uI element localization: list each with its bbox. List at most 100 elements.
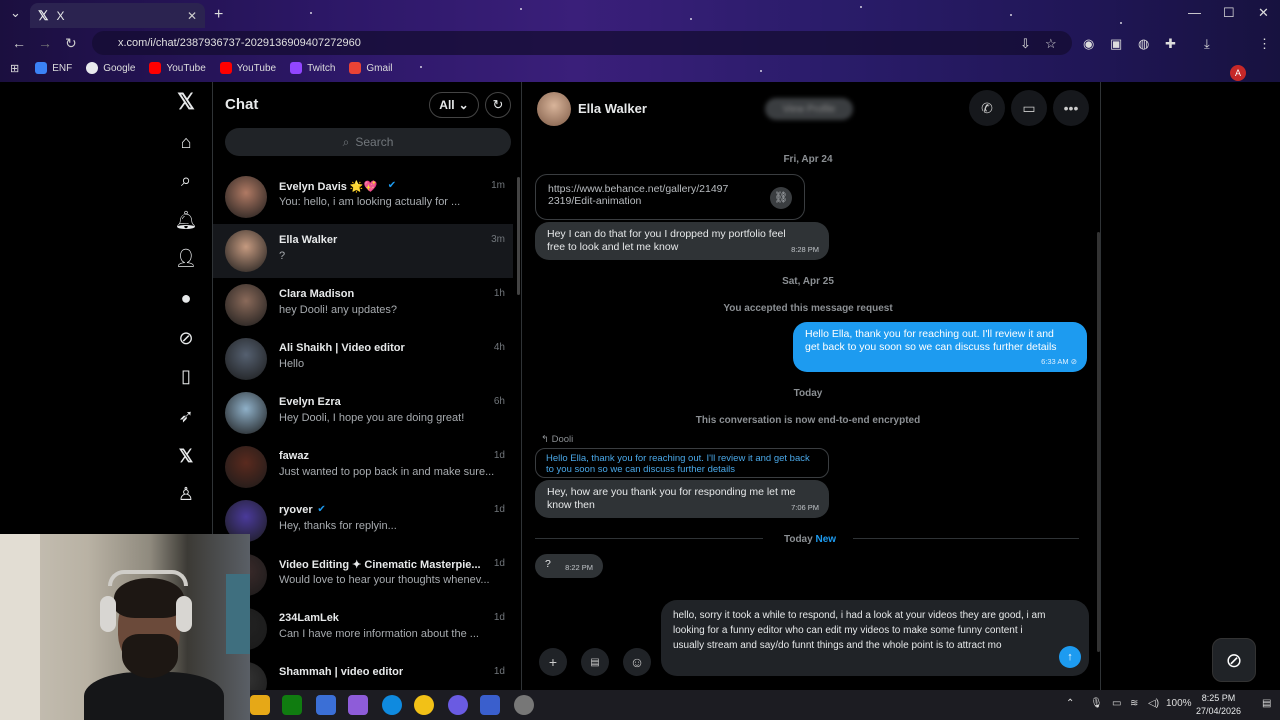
conversation-item[interactable]: 234LamLek 1d Can I have more information a…: [213, 602, 513, 656]
install-icon[interactable]: ⇩: [1020, 36, 1031, 52]
settings-icon[interactable]: [514, 695, 534, 715]
bookmark-item[interactable]: Twitch: [290, 62, 335, 74]
avatar[interactable]: [225, 392, 267, 434]
copilot-icon[interactable]: [348, 695, 368, 715]
star-icon[interactable]: ☆: [1045, 36, 1057, 52]
send-button[interactable]: ↑: [1059, 646, 1081, 668]
rocket-icon[interactable]: ➶: [174, 404, 198, 428]
filter-dropdown[interactable]: All ⌄: [429, 92, 479, 118]
back-icon[interactable]: ←: [12, 35, 26, 51]
profile-icon[interactable]: ♙: [174, 482, 198, 506]
conversation-item[interactable]: Ali Shaikh | Video editor 4h Hello: [213, 332, 513, 386]
bookmark-icon: [35, 62, 48, 74]
chat-icon[interactable]: ●: [174, 286, 198, 310]
download-icon[interactable]: ⤓: [1204, 36, 1210, 52]
bookmark-item[interactable]: Gmail: [349, 62, 393, 74]
conversation-item[interactable]: Evelyn Davis 🌟💖 ✔ 1m You: hello, i am look…: [213, 170, 513, 224]
display-icon[interactable]: ▭: [1112, 698, 1121, 709]
tab-close-icon[interactable]: ✕: [187, 9, 197, 23]
url-bar[interactable]: x.com/i/chat/2387936737-2029136909407272…: [92, 31, 1072, 55]
notifications-icon[interactable]: 🔔︎: [174, 208, 198, 232]
conversation-item[interactable]: Clara Madison 1h hey Dooli! any updates?: [213, 278, 513, 332]
home-icon[interactable]: ⌂: [174, 130, 198, 154]
x-premium-icon[interactable]: 𝕏: [174, 444, 198, 468]
scrollbar[interactable]: [1097, 232, 1100, 652]
scrollbar[interactable]: [517, 177, 520, 295]
clock[interactable]: 8:25 PM 27/04/2026: [1196, 692, 1241, 718]
volume-icon[interactable]: ◁): [1148, 698, 1159, 709]
wifi-icon[interactable]: ≋: [1130, 698, 1138, 709]
discord-icon[interactable]: [448, 695, 468, 715]
avatar[interactable]: [225, 338, 267, 380]
webcam-overlay: [0, 534, 250, 720]
message-input[interactable]: hello, sorry it took a while to respond,…: [661, 600, 1089, 676]
bookmark-item[interactable]: Google: [86, 62, 135, 74]
maximize-icon[interactable]: ☐: [1223, 5, 1235, 21]
x-logo-icon[interactable]: 𝕏: [174, 89, 198, 114]
message-bubble-incoming[interactable]: Hey, how are you thank you for respondin…: [535, 480, 829, 518]
conversation-item[interactable]: fawaz 1d Just wanted to pop back in and ma…: [213, 440, 513, 494]
minimize-icon[interactable]: —: [1188, 5, 1201, 20]
youtube-icon: [219, 62, 232, 74]
video-call-button[interactable]: ▭: [1011, 90, 1047, 126]
emoji-button[interactable]: ☺: [623, 648, 651, 676]
microphone-icon[interactable]: 🎙︎: [1090, 698, 1103, 709]
search-icon[interactable]: ⌕: [174, 168, 198, 192]
bookmark-item[interactable]: YouTube: [219, 62, 276, 74]
battery-level[interactable]: 100%: [1166, 698, 1192, 709]
avatar[interactable]: [225, 230, 267, 272]
contact-avatar[interactable]: [537, 92, 571, 126]
extension-icon[interactable]: ◍: [1138, 36, 1149, 52]
reply-quote[interactable]: Hello Ella, thank you for reaching out. …: [535, 448, 829, 478]
message-bubble-outgoing[interactable]: Hello Ella, thank you for reaching out. …: [793, 322, 1087, 372]
edge-icon[interactable]: [382, 695, 402, 715]
window-close-icon[interactable]: ✕: [1258, 5, 1269, 21]
more-button[interactable]: •••: [1053, 90, 1089, 126]
refresh-icon: ↻: [492, 97, 504, 112]
contact-name[interactable]: Ella Walker: [578, 101, 647, 116]
conversation-item[interactable]: Video Editing ✦ Cinematic Masterpie... 1d…: [213, 548, 513, 602]
extension-icon[interactable]: ◉: [1083, 36, 1094, 52]
app-icon[interactable]: [480, 695, 500, 715]
youtube-icon: [149, 62, 162, 74]
message-bubble-incoming[interactable]: ? 8:22 PM: [535, 554, 603, 578]
chevron-up-icon[interactable]: ⌃: [1066, 698, 1074, 709]
call-button[interactable]: ✆: [969, 90, 1005, 126]
conversation-item[interactable]: ryover ✔ 1d Hey, thanks for replyin...: [213, 494, 513, 548]
grok-floating-button[interactable]: ⊘: [1212, 638, 1256, 682]
add-attachment-button[interactable]: +: [539, 648, 567, 676]
notification-icon[interactable]: ▤: [1262, 698, 1271, 709]
view-profile-button[interactable]: View Profile: [765, 98, 853, 120]
bookmark-item[interactable]: ENF: [35, 62, 72, 74]
menu-icon[interactable]: ⋮: [1258, 36, 1271, 52]
avatar[interactable]: [225, 284, 267, 326]
avatar[interactable]: [225, 446, 267, 488]
bookmark-item[interactable]: YouTube: [149, 62, 206, 74]
link-preview-card[interactable]: https://www.behance.net/gallery/21497 23…: [535, 174, 805, 220]
grok-icon[interactable]: ⊘: [174, 326, 198, 350]
tab-search-icon[interactable]: ⌄: [10, 5, 21, 21]
bookmark-icon[interactable]: ▯: [174, 364, 198, 388]
gif-button[interactable]: ▤: [581, 648, 609, 676]
search-input[interactable]: ⌕ Search: [225, 128, 511, 156]
refresh-button[interactable]: ↻: [485, 92, 511, 118]
extension-icon[interactable]: ▣: [1110, 36, 1122, 52]
xbox-icon[interactable]: [282, 695, 302, 715]
app-icon[interactable]: [316, 695, 336, 715]
browser-tab[interactable]: 𝕏 X ✕: [30, 3, 205, 28]
chrome-icon[interactable]: [414, 695, 434, 715]
puzzle-icon[interactable]: ✚: [1165, 36, 1176, 52]
conversation-item[interactable]: Evelyn Ezra 6h Hey Dooli, I hope you are d…: [213, 386, 513, 440]
message-bubble-incoming[interactable]: Hey I can do that for you I dropped my p…: [535, 222, 829, 260]
conversation-item[interactable]: Ella Walker 3m?: [213, 224, 513, 278]
quoted-text: Hello Ella, thank you for reaching out. …: [546, 453, 810, 475]
apps-icon[interactable]: ⊞: [10, 62, 19, 75]
file-explorer-icon[interactable]: [250, 695, 270, 715]
add-person-icon[interactable]: 👤︎: [174, 246, 198, 270]
forward-icon[interactable]: →: [38, 35, 52, 51]
window-frame: [226, 574, 250, 654]
avatar[interactable]: [225, 176, 267, 218]
today-label: Today: [783, 534, 813, 545]
new-tab-icon[interactable]: +: [214, 6, 223, 24]
reload-icon[interactable]: ↻: [65, 35, 77, 52]
